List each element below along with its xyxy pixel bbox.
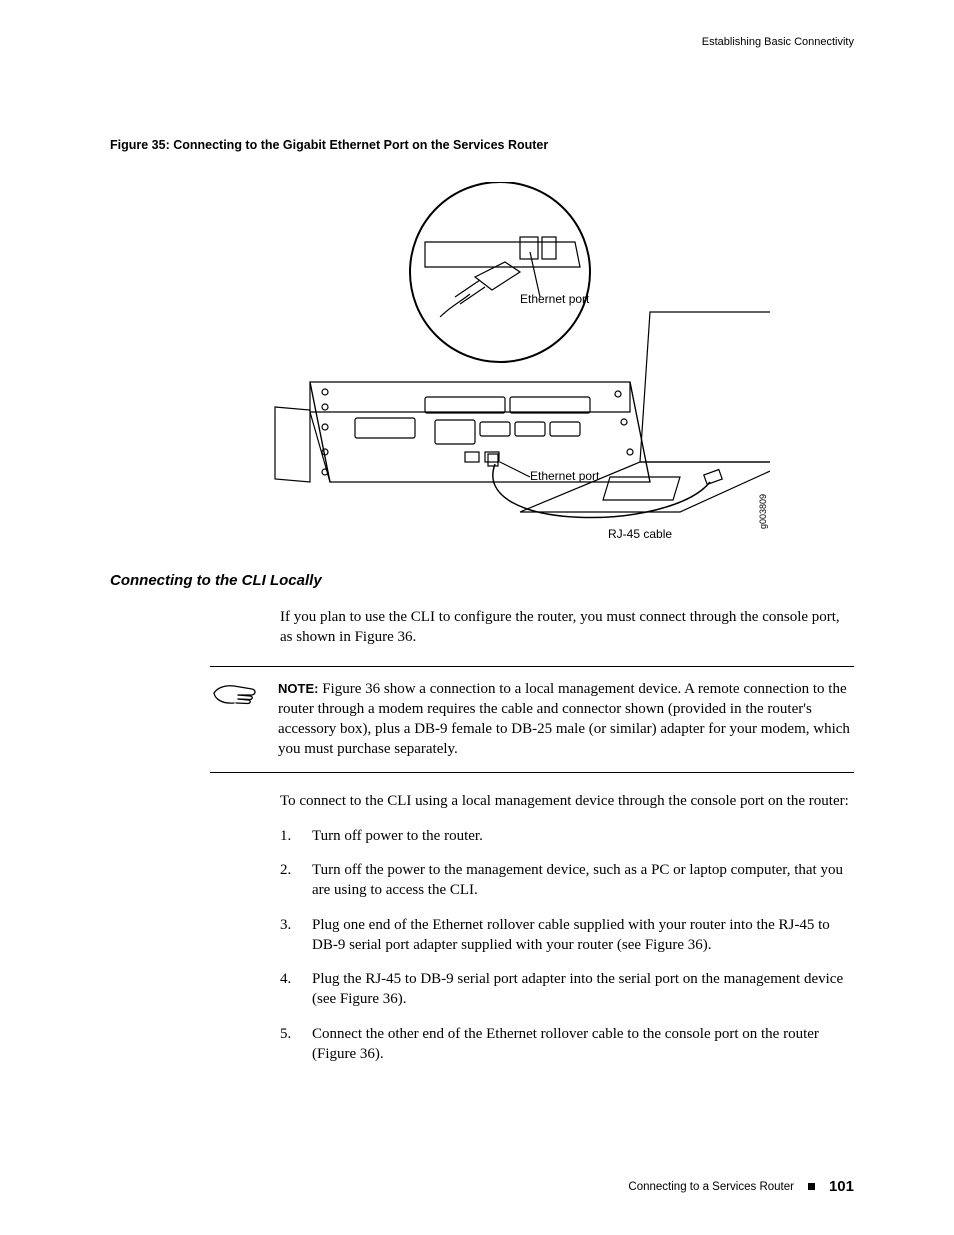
list-item: Turn off the power to the management dev… bbox=[280, 860, 854, 901]
list-item: Plug one end of the Ethernet rollover ca… bbox=[280, 915, 854, 956]
router-diagram-svg bbox=[210, 182, 770, 542]
note-text: NOTE: Figure 36 show a connection to a l… bbox=[278, 679, 854, 760]
intro-paragraph: If you plan to use the CLI to configure … bbox=[280, 607, 854, 648]
figure-label-gcode: g003809 bbox=[758, 494, 768, 529]
figure-illustration: Ethernet port Ethernet port RJ-45 cable … bbox=[210, 182, 770, 542]
running-head: Establishing Basic Connectivity bbox=[110, 36, 854, 48]
page-footer: Connecting to a Services Router 101 bbox=[628, 1178, 854, 1195]
note-hand-icon bbox=[210, 679, 260, 760]
figure-label-ethernet-port-1: Ethernet port bbox=[520, 292, 589, 306]
steps-list: Turn off power to the router. Turn off t… bbox=[280, 826, 854, 1064]
section-heading: Connecting to the CLI Locally bbox=[110, 572, 854, 589]
footer-square-icon bbox=[808, 1183, 815, 1190]
page: Establishing Basic Connectivity Figure 3… bbox=[0, 0, 954, 1235]
list-item: Connect the other end of the Ethernet ro… bbox=[280, 1024, 854, 1065]
footer-section-title: Connecting to a Services Router bbox=[628, 1181, 794, 1193]
lead-in-paragraph: To connect to the CLI using a local mana… bbox=[280, 791, 854, 811]
figure-label-ethernet-port-2: Ethernet port bbox=[530, 469, 599, 483]
list-item: Turn off power to the router. bbox=[280, 826, 854, 846]
figure-label-rj45: RJ-45 cable bbox=[608, 527, 672, 541]
figure-caption: Figure 35: Connecting to the Gigabit Eth… bbox=[110, 138, 854, 152]
page-number: 101 bbox=[829, 1178, 854, 1195]
note-block: NOTE: Figure 36 show a connection to a l… bbox=[210, 666, 854, 773]
list-item: Plug the RJ-45 to DB-9 serial port adapt… bbox=[280, 969, 854, 1010]
note-body: Figure 36 show a connection to a local m… bbox=[278, 681, 850, 758]
note-label: NOTE: bbox=[278, 681, 318, 696]
